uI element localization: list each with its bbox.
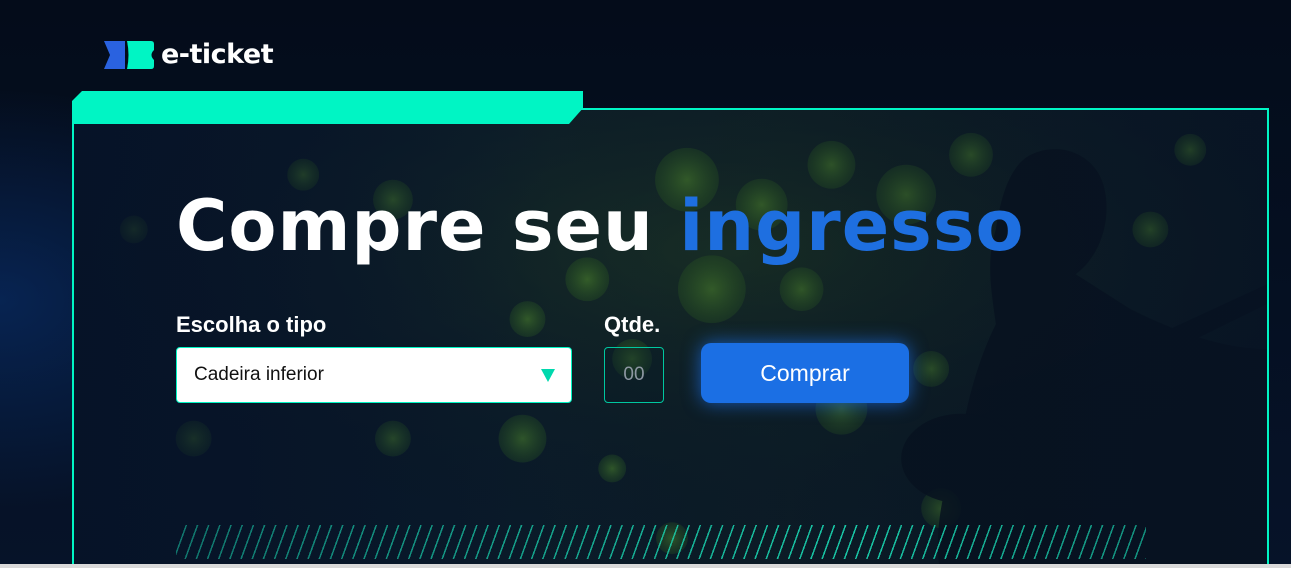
decorative-hatch-pattern: [176, 525, 1146, 559]
hero-card: [72, 108, 1269, 568]
title-accent: ingresso: [679, 185, 1025, 267]
quantity-input[interactable]: [604, 347, 664, 403]
brand-logo[interactable]: e-ticket: [103, 38, 274, 72]
page-bottom-divider: [0, 564, 1291, 568]
ticket-type-label: Escolha o tipo: [176, 312, 327, 337]
triangle-down-icon: [541, 369, 555, 382]
ticket-type-value: Cadeira inferior: [194, 364, 324, 385]
hero-background-image: [74, 110, 1267, 568]
hero-card-tab: [72, 91, 583, 124]
quantity-label: Qtde.: [604, 312, 661, 337]
title-main: Compre seu: [176, 185, 654, 267]
buy-button[interactable]: Comprar: [701, 343, 909, 403]
ticket-icon: [104, 41, 154, 69]
page-title: Compre seu ingresso: [176, 184, 1025, 268]
ticket-type-select[interactable]: Cadeira inferior: [176, 347, 572, 403]
page: e-ticket Compre seu ingresso Escolha o t…: [0, 0, 1291, 568]
brand-name: e-ticket: [161, 39, 274, 70]
